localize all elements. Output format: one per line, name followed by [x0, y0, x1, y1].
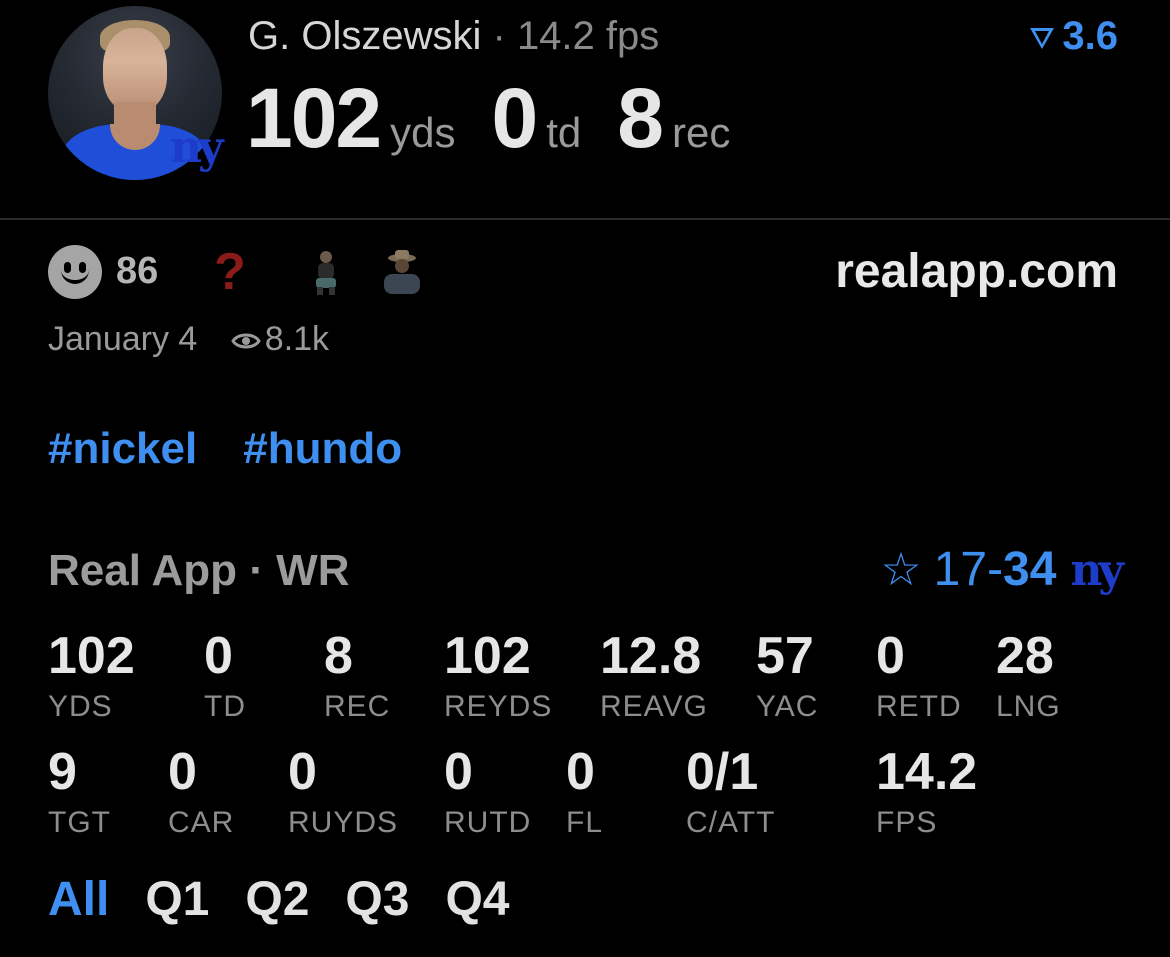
stat-ruyds: 0 RUYDS — [288, 746, 398, 840]
tab-q4[interactable]: Q4 — [445, 873, 509, 926]
avatar-face — [103, 28, 167, 112]
stat-value: 102 — [48, 627, 135, 685]
stat-label: FL — [566, 806, 604, 839]
rating-filter-icon — [1030, 28, 1055, 50]
person-hat-reaction-icon[interactable] — [378, 248, 426, 296]
tab-all[interactable]: All — [48, 873, 109, 926]
score-away: 34 — [1003, 543, 1057, 596]
tab-q3[interactable]: Q3 — [345, 873, 409, 926]
stat-value: 0 — [444, 743, 473, 801]
person-sitting-reaction-icon[interactable] — [302, 248, 350, 296]
stat-reyds: 102 REYDS — [444, 630, 552, 724]
stat-reavg: 12.8 REAVG — [600, 630, 708, 724]
hashtag-nickel[interactable]: #nickel — [48, 424, 197, 473]
stat-rec: 8 REC — [324, 630, 390, 724]
post-meta: January 4 8.1k — [48, 320, 329, 359]
stat-label: RUTD — [444, 806, 532, 839]
player-fps: 14.2 fps — [516, 14, 660, 58]
stat-label: YAC — [756, 690, 819, 723]
stat-label: RETD — [876, 690, 962, 723]
stat-label: RUYDS — [288, 806, 399, 839]
stat-fl: 0 FL — [566, 746, 603, 840]
stat-value: 102 — [444, 627, 531, 685]
headline-stats: 102 yds 0 td 8 rec — [246, 70, 766, 167]
score-dash: - — [987, 543, 1004, 596]
stat-retd: 0 RETD — [876, 630, 962, 724]
header-divider — [0, 218, 1170, 220]
section-title: Real App · WR — [48, 546, 350, 595]
star-icon[interactable]: ☆ — [880, 543, 921, 595]
headline-rec-value: 8 — [617, 71, 664, 165]
stat-label: FPS — [876, 806, 938, 839]
stat-yds: 102 YDS — [48, 630, 135, 724]
game-score[interactable]: ☆ 17-34 ny — [880, 542, 1124, 597]
rating-badge[interactable]: 3.6 — [1028, 14, 1118, 59]
team-logo-icon: ny — [170, 122, 224, 173]
stat-label: LNG — [996, 690, 1061, 723]
stat-value: 8 — [324, 627, 353, 685]
stat-value: 14.2 — [876, 743, 978, 801]
stat-value: 57 — [756, 627, 814, 685]
smiley-reaction-icon[interactable] — [48, 245, 102, 299]
hashtag-list: #nickel #hundo — [48, 424, 448, 474]
view-count-value: 8.1k — [264, 320, 330, 358]
headline-td-value: 0 — [491, 71, 539, 165]
stat-value: 0/1 — [686, 743, 759, 801]
rating-value: 3.6 — [1062, 14, 1118, 58]
stat-value: 0 — [168, 743, 197, 801]
stat-label: CAR — [168, 806, 235, 839]
tab-q2[interactable]: Q2 — [245, 873, 309, 926]
stat-td: 0 TD — [204, 630, 246, 724]
team-logo-icon: ny — [1070, 545, 1124, 596]
view-count: 8.1k — [231, 320, 329, 358]
site-watermark: realapp.com — [835, 245, 1118, 298]
stat-yac: 57 YAC — [756, 630, 818, 724]
stat-value: 0 — [876, 627, 905, 685]
player-name[interactable]: G. Olszewski — [248, 14, 481, 58]
stat-value: 0 — [566, 743, 595, 801]
stat-tgt: 9 TGT — [48, 746, 111, 840]
stat-lng: 28 LNG — [996, 630, 1061, 724]
stat-label: C/ATT — [686, 806, 776, 839]
eye-icon — [231, 333, 261, 349]
stat-value: 0 — [288, 743, 317, 801]
stat-fps: 14.2 FPS — [876, 746, 977, 840]
score-home: 17 — [933, 543, 988, 596]
stat-label: REC — [324, 690, 391, 723]
separator: · — [492, 14, 506, 58]
headline-yds-value: 102 — [246, 71, 382, 165]
smiley-mouth — [61, 268, 89, 284]
stat-label: REAVG — [600, 690, 708, 723]
headline-yds-unit: yds — [390, 109, 456, 156]
stat-value: 9 — [48, 743, 77, 801]
tab-q1[interactable]: Q1 — [145, 873, 209, 926]
question-reaction-icon[interactable]: ? — [214, 242, 246, 302]
stat-value: 0 — [204, 627, 233, 685]
stat-value: 28 — [996, 627, 1054, 685]
stat-label: YDS — [48, 690, 113, 723]
stat-label: TGT — [48, 806, 111, 839]
hashtag-hundo[interactable]: #hundo — [243, 424, 402, 473]
stat-car: 0 CAR — [168, 746, 234, 840]
quarter-tabs: All Q1 Q2 Q3 Q4 — [48, 872, 545, 927]
stat-value: 12.8 — [600, 627, 702, 685]
stat-catt: 0/1 C/ATT — [686, 746, 775, 840]
reaction-count: 86 — [116, 250, 159, 292]
player-info: G. Olszewski · 14.2 fps — [248, 14, 659, 59]
headline-td-unit: td — [546, 109, 582, 156]
headline-rec-unit: rec — [671, 109, 731, 156]
stat-rutd: 0 RUTD — [444, 746, 531, 840]
post-date: January 4 — [48, 320, 198, 358]
stat-label: TD — [204, 690, 246, 723]
stat-label: REYDS — [444, 690, 553, 723]
